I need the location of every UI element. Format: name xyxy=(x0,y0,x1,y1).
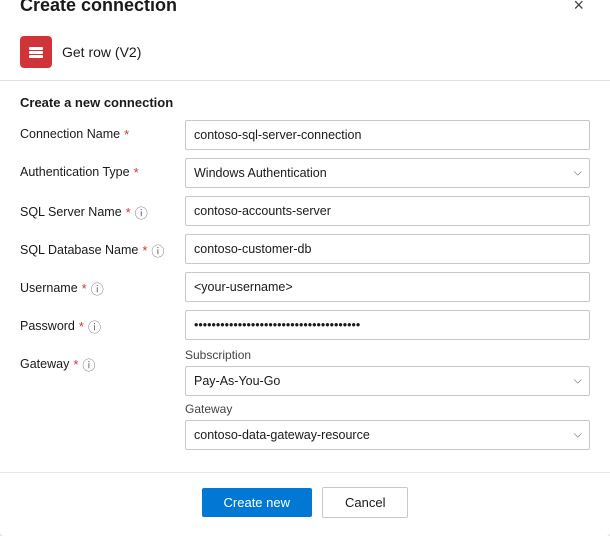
create-connection-dialog: Create connection × Get row (V2) Create … xyxy=(0,0,610,536)
gateway-resource-select[interactable]: contoso-data-gateway-resource xyxy=(185,420,590,450)
connector-row: Get row (V2) xyxy=(0,28,610,81)
form-body: Connection Name * Authentication Type * … xyxy=(0,120,610,472)
dialog-header: Create connection × xyxy=(0,0,610,28)
auth-type-select-wrapper: Windows Authentication SQL Server Authen… xyxy=(185,158,590,188)
connector-icon xyxy=(20,36,52,68)
password-row: Password * ⓘ xyxy=(20,310,590,340)
required-star-db: * xyxy=(142,243,147,258)
gateway-info-icon[interactable]: ⓘ xyxy=(82,355,95,374)
sql-server-label: SQL Server Name * ⓘ xyxy=(20,196,175,222)
sql-db-info-icon[interactable]: ⓘ xyxy=(151,241,164,260)
auth-type-select[interactable]: Windows Authentication SQL Server Authen… xyxy=(185,158,590,188)
username-row: Username * ⓘ xyxy=(20,272,590,302)
gateway-sublabel: Gateway xyxy=(185,402,590,416)
connection-name-input[interactable] xyxy=(185,120,590,150)
dialog-title: Create connection xyxy=(20,0,177,16)
subscription-sublabel: Subscription xyxy=(185,348,590,362)
username-info-icon[interactable]: ⓘ xyxy=(91,279,104,298)
password-input[interactable] xyxy=(185,310,590,340)
auth-type-row: Authentication Type * Windows Authentica… xyxy=(20,158,590,188)
subscription-select[interactable]: Pay-As-You-Go xyxy=(185,366,590,396)
required-star-pass: * xyxy=(79,319,84,334)
required-star-gw: * xyxy=(73,357,78,372)
subscription-select-wrapper: Pay-As-You-Go ⌵ xyxy=(185,366,590,396)
sql-server-row: SQL Server Name * ⓘ xyxy=(20,196,590,226)
sql-db-input[interactable] xyxy=(185,234,590,264)
sql-server-info-icon[interactable]: ⓘ xyxy=(135,203,148,222)
required-star-auth: * xyxy=(134,165,139,180)
password-info-icon[interactable]: ⓘ xyxy=(88,317,101,336)
gateway-resource-select-wrapper: contoso-data-gateway-resource ⌵ xyxy=(185,420,590,450)
auth-type-label: Authentication Type * xyxy=(20,158,175,180)
connection-name-label: Connection Name * xyxy=(20,120,175,142)
password-label: Password * ⓘ xyxy=(20,310,175,336)
sql-icon xyxy=(26,42,46,62)
create-new-button[interactable]: Create new xyxy=(202,488,312,517)
gateway-group: Subscription Pay-As-You-Go ⌵ Gateway con… xyxy=(185,348,590,454)
connection-name-row: Connection Name * xyxy=(20,120,590,150)
required-star-sql: * xyxy=(126,205,131,220)
sql-server-input[interactable] xyxy=(185,196,590,226)
dialog-footer: Create new Cancel xyxy=(0,472,610,536)
gateway-row: Gateway * ⓘ Subscription Pay-As-You-Go ⌵… xyxy=(20,348,590,454)
username-label: Username * ⓘ xyxy=(20,272,175,298)
required-star: * xyxy=(124,127,129,142)
section-title: Create a new connection xyxy=(0,81,610,120)
required-star-user: * xyxy=(82,281,87,296)
sql-db-label: SQL Database Name * ⓘ xyxy=(20,234,175,260)
cancel-button[interactable]: Cancel xyxy=(322,487,408,518)
gateway-label: Gateway * ⓘ xyxy=(20,348,175,374)
close-button[interactable]: × xyxy=(567,0,590,18)
sql-db-row: SQL Database Name * ⓘ xyxy=(20,234,590,264)
connector-label: Get row (V2) xyxy=(62,44,141,60)
username-input[interactable] xyxy=(185,272,590,302)
